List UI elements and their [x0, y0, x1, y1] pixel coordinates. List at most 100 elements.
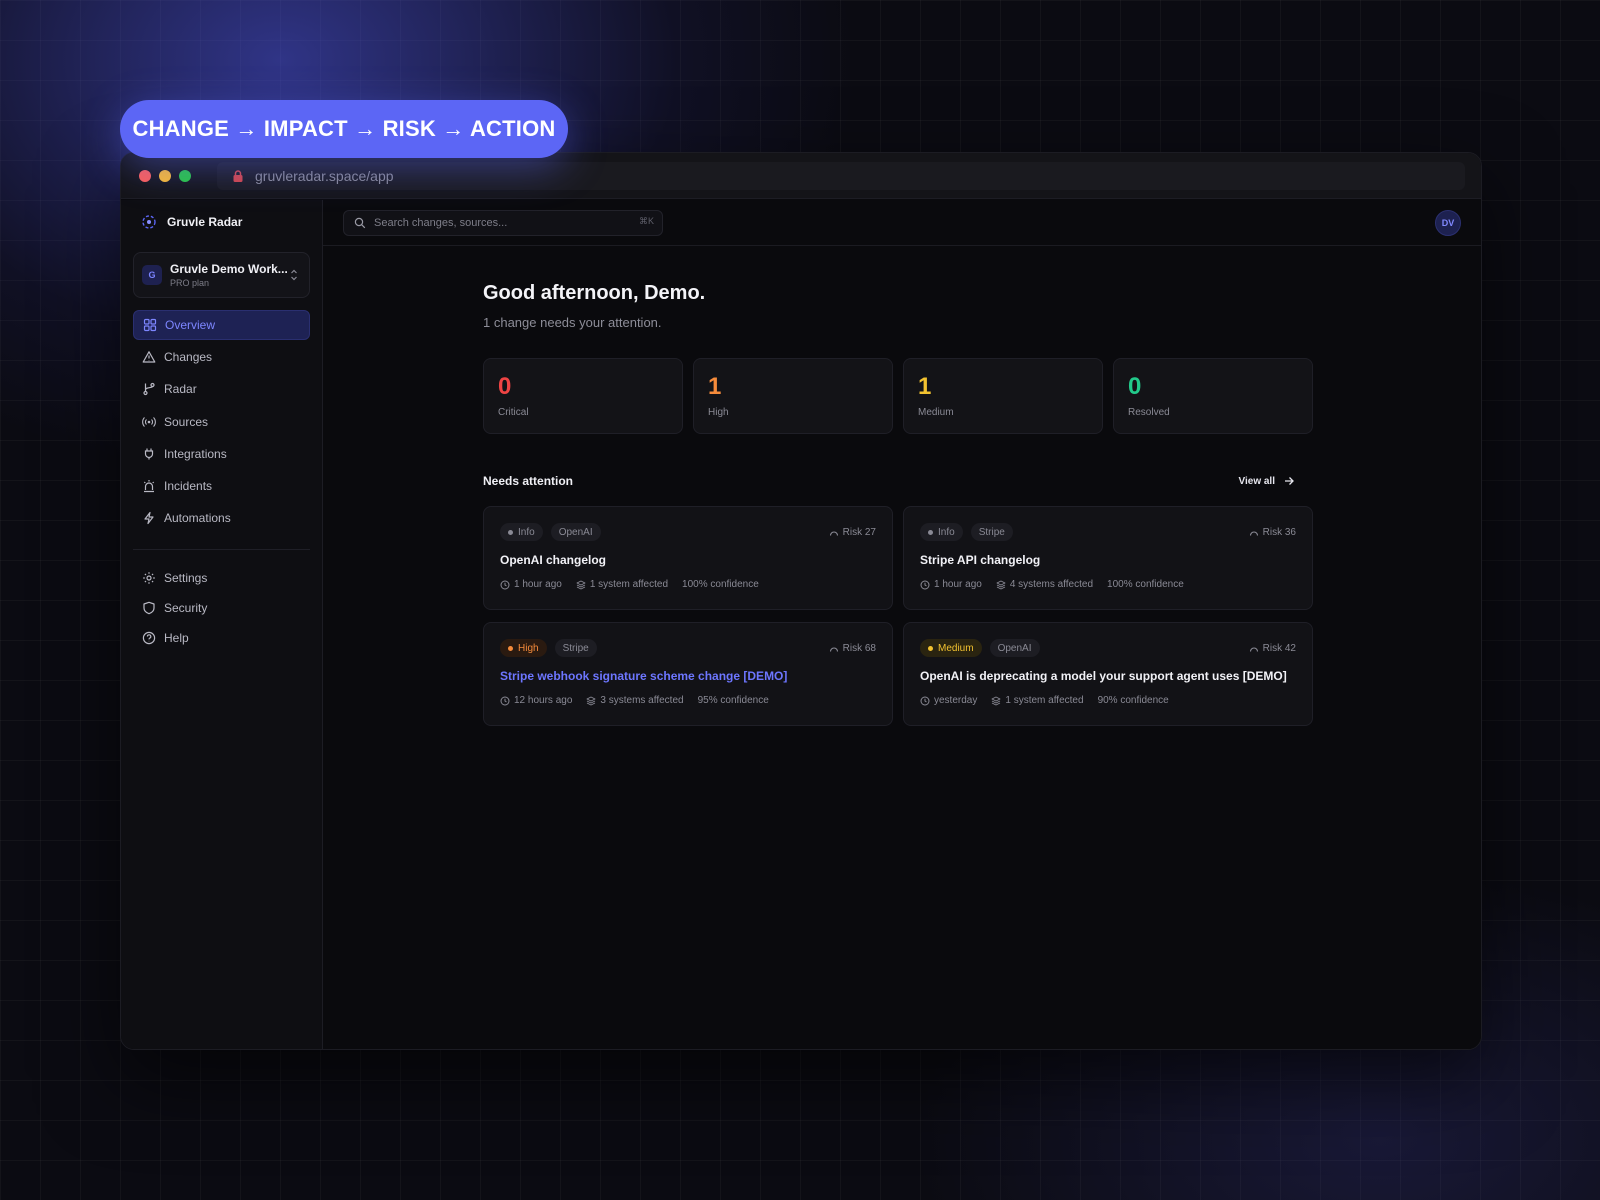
- card-meta: 1 hour ago 1 system affected 100% confid…: [500, 579, 876, 590]
- stat-card-high[interactable]: 1 High: [693, 358, 893, 434]
- card-tags: Medium OpenAI: [920, 639, 1296, 657]
- clock-icon: [920, 580, 930, 589]
- nav-item-changes[interactable]: Changes: [133, 342, 310, 372]
- brand-name: Gruvle Radar: [167, 215, 243, 229]
- source-badge: Stripe: [554, 639, 597, 657]
- meta-time-text: yesterday: [934, 695, 978, 706]
- arrow-right-icon: [1285, 477, 1294, 485]
- warning-triangle-icon: [142, 351, 156, 363]
- user-avatar[interactable]: DV: [1435, 210, 1461, 236]
- nav-label: Radar: [164, 382, 197, 397]
- gauge-icon: [1249, 646, 1258, 652]
- risk-label: Risk 42: [1262, 643, 1296, 654]
- minimize-window-button[interactable]: [159, 169, 171, 182]
- stat-value: 1: [918, 373, 932, 400]
- layers-icon: [996, 580, 1006, 589]
- risk-score: Risk 36: [1249, 527, 1296, 538]
- source-badge: OpenAI: [550, 523, 601, 541]
- stat-card-critical[interactable]: 0 Critical: [483, 358, 683, 434]
- main-area: Search changes, sources... ⌘K DV Good af…: [323, 200, 1481, 1049]
- gauge-icon: [1249, 530, 1258, 536]
- plug-icon: [144, 448, 154, 460]
- gauge-icon: [829, 530, 838, 536]
- nav-label: Help: [164, 631, 189, 646]
- stat-label: Medium: [918, 407, 954, 418]
- address-bar[interactable]: gruvleradar.space/app: [217, 161, 1465, 190]
- nav-label: Overview: [165, 318, 216, 332]
- card-meta: 1 hour ago 4 systems affected 100% confi…: [920, 579, 1296, 590]
- url-text: gruvleradar.space/app: [255, 167, 394, 184]
- attention-cards: Info OpenAI Risk 27 OpenAI changelog 1 h…: [483, 506, 1313, 726]
- stat-label: Resolved: [1128, 407, 1170, 418]
- search-shortcut: ⌘K: [638, 215, 654, 226]
- stat-value: 1: [708, 373, 722, 400]
- card-title: Stripe API changelog: [920, 553, 1041, 567]
- source-badge: OpenAI: [989, 639, 1040, 657]
- shield-icon: [143, 601, 155, 615]
- nav-item-settings[interactable]: Settings: [133, 564, 310, 592]
- risk-score: Risk 68: [829, 643, 876, 654]
- workspace-switcher[interactable]: G Gruvle Demo Work... PRO plan: [133, 252, 310, 298]
- change-card[interactable]: Info OpenAI Risk 27 OpenAI changelog 1 h…: [483, 506, 893, 610]
- meta-time-text: 12 hours ago: [514, 695, 573, 706]
- help-circle-icon: [142, 631, 156, 645]
- meta-time: 1 hour ago: [500, 579, 562, 590]
- search-placeholder: Search changes, sources...: [374, 216, 508, 229]
- severity-dot: [508, 645, 513, 651]
- nav-label: Security: [164, 601, 208, 616]
- stats-row: 0 Critical 1 High 1 Medium 0 Resolved: [483, 358, 1313, 434]
- meta-confidence: 90% confidence: [1097, 695, 1169, 706]
- maximize-window-button[interactable]: [179, 169, 191, 182]
- change-card[interactable]: Info Stripe Risk 36 Stripe API changelog…: [903, 506, 1313, 610]
- sidebar: Gruvle Radar G Gruvle Demo Work... PRO p…: [121, 200, 323, 1049]
- change-card[interactable]: High Stripe Risk 68 Stripe webhook signa…: [483, 622, 893, 726]
- nav-label: Sources: [164, 414, 209, 429]
- search-icon: [354, 217, 366, 228]
- nav-item-integrations[interactable]: Integrations: [133, 439, 310, 469]
- stat-card-resolved[interactable]: 0 Resolved: [1113, 358, 1313, 434]
- layers-icon: [576, 580, 586, 589]
- severity-label: Medium: [938, 642, 974, 654]
- siren-icon: [143, 479, 155, 493]
- stat-label: Critical: [498, 407, 529, 418]
- view-all-link[interactable]: View all: [1238, 475, 1305, 487]
- nav-label: Changes: [164, 350, 213, 365]
- nav-item-sources[interactable]: Sources: [133, 407, 310, 437]
- severity-dot: [928, 645, 933, 651]
- stat-card-medium[interactable]: 1 Medium: [903, 358, 1103, 434]
- brand[interactable]: Gruvle Radar: [133, 200, 310, 244]
- meta-affected-text: 4 systems affected: [1009, 579, 1094, 590]
- topbar: Search changes, sources... ⌘K DV: [323, 200, 1481, 246]
- nav-item-radar[interactable]: Radar: [133, 374, 310, 404]
- meta-time: 1 hour ago: [920, 579, 982, 590]
- meta-affected-text: 1 system affected: [589, 579, 669, 590]
- card-tags: Info Stripe: [920, 523, 1296, 541]
- change-card[interactable]: Medium OpenAI Risk 42 OpenAI is deprecat…: [903, 622, 1313, 726]
- git-branch-icon: [143, 383, 155, 396]
- card-meta: yesterday 1 system affected 90% confiden…: [920, 695, 1296, 706]
- nav-item-security[interactable]: Security: [133, 594, 310, 622]
- meta-time-text: 1 hour ago: [934, 579, 982, 590]
- severity-label: Info: [518, 526, 535, 538]
- nav-item-help[interactable]: Help: [133, 624, 310, 652]
- layers-icon: [991, 696, 1001, 705]
- search-input[interactable]: Search changes, sources... ⌘K: [343, 209, 663, 236]
- nav-item-incidents[interactable]: Incidents: [133, 471, 310, 501]
- nav-divider: [133, 549, 310, 551]
- nav-label: Integrations: [164, 446, 227, 461]
- card-tags: Info OpenAI: [500, 523, 876, 541]
- meta-affected-text: 1 system affected: [1005, 695, 1084, 706]
- card-meta: 12 hours ago 3 systems affected 95% conf…: [500, 695, 876, 706]
- close-window-button[interactable]: [139, 169, 151, 182]
- secondary-nav: Settings Security Help: [133, 564, 310, 652]
- nav-item-overview[interactable]: Overview: [133, 310, 310, 340]
- broadcast-icon: [142, 416, 156, 427]
- source-badge: Stripe: [970, 523, 1013, 541]
- overview-content: Good afternoon, Demo. 1 change needs you…: [483, 246, 1313, 726]
- card-title-link[interactable]: Stripe webhook signature scheme change […: [500, 669, 876, 683]
- severity-badge: High: [500, 639, 547, 657]
- meta-time-text: 1 hour ago: [514, 579, 562, 590]
- nav-item-automations[interactable]: Automations: [133, 503, 310, 533]
- primary-nav: Overview Changes Radar Sources Integrati…: [133, 310, 310, 533]
- meta-time: 12 hours ago: [500, 695, 572, 706]
